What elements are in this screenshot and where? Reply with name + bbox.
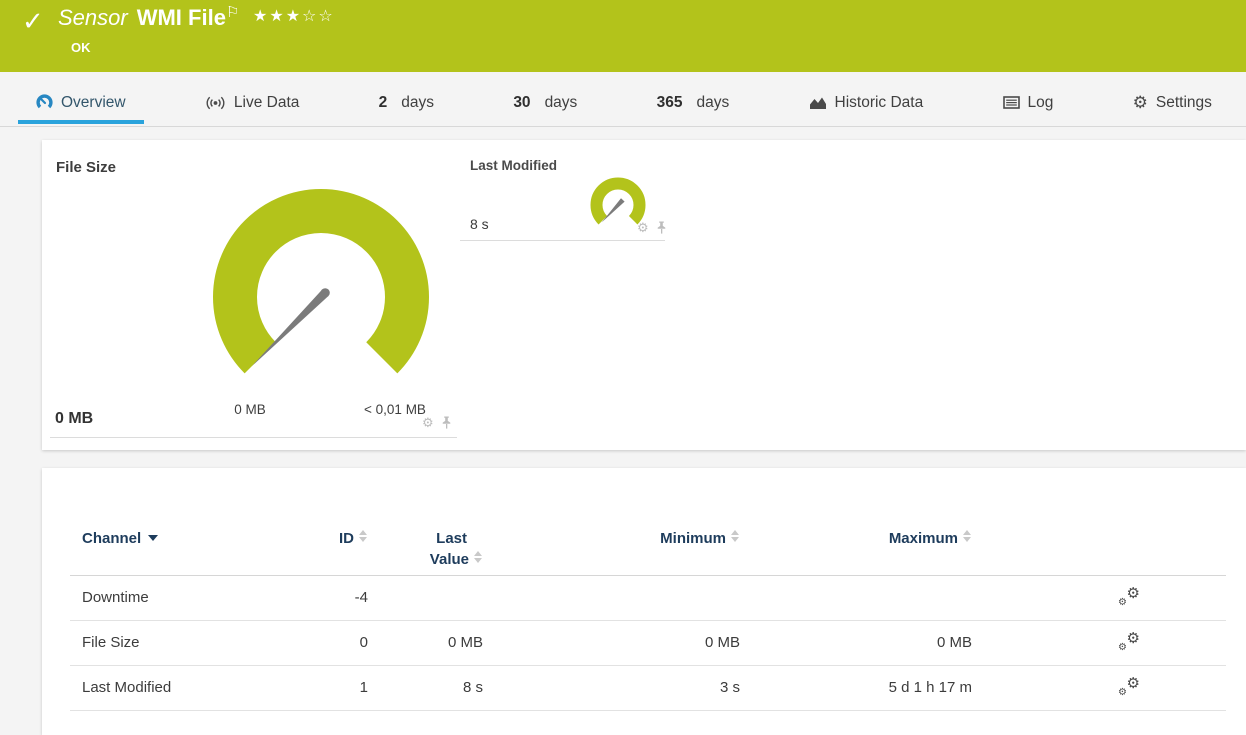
channel-last-value: 8 s <box>462 679 483 696</box>
last-modified-panel-divider <box>460 240 665 241</box>
channel-settings: ⚙ ⚙ <box>1118 666 1168 716</box>
header-last-value-line1: Last <box>436 530 467 547</box>
channel-minimum: 3 s <box>719 679 740 696</box>
tab-365-days-label: days <box>696 93 730 111</box>
header-minimum[interactable]: Minimum <box>600 530 740 547</box>
tab-365-days[interactable]: 365 days <box>639 72 748 127</box>
gauges-card: File Size 0 MB < 0,01 MB 0 MB ⚙ Last Mod… <box>42 140 1246 450</box>
table-row: Downtime -4 ⚙ ⚙ <box>70 576 1226 621</box>
pin-icon[interactable] <box>656 221 667 234</box>
header-last-value-line2: Value <box>429 551 469 568</box>
channel-settings: ⚙ ⚙ <box>1118 576 1168 626</box>
channel-table: Channel ID Last Value Minimum Maximum Do… <box>70 520 1226 711</box>
channel-table-header: Channel ID Last Value Minimum Maximum <box>70 520 1226 576</box>
file-size-panel-divider <box>50 437 457 438</box>
channel-id: -4 <box>354 589 368 606</box>
channel-maximum: 5 d 1 h 17 m <box>888 679 972 696</box>
tab-2-days-number: 2 <box>378 93 388 111</box>
gear-icon[interactable]: ⚙ <box>422 416 434 429</box>
gear-icon: ⚙ <box>1126 630 1140 647</box>
file-size-panel-tools: ⚙ <box>422 416 452 429</box>
gear-icon[interactable]: ⚙ <box>637 221 649 234</box>
tab-historic-data-label: Historic Data <box>834 93 924 111</box>
sort-toggle-icon[interactable] <box>963 530 972 542</box>
table-row: File Size 0 0 MB 0 MB 0 MB ⚙ ⚙ <box>70 621 1226 666</box>
tab-30-days[interactable]: 30 days <box>495 72 595 127</box>
file-size-gauge <box>213 189 429 374</box>
channel-settings-gears-icon[interactable]: ⚙ ⚙ <box>1118 675 1140 698</box>
channel-settings-gears-icon[interactable]: ⚙ ⚙ <box>1118 630 1140 653</box>
tab-30-days-label: days <box>544 93 578 111</box>
last-modified-gauge-title: Last Modified <box>470 158 557 173</box>
sensor-type-label: Sensor <box>58 5 128 30</box>
tab-overview-label: Overview <box>61 93 126 111</box>
channels-card: Channel ID Last Value Minimum Maximum Do… <box>42 468 1246 735</box>
area-chart-icon <box>809 97 826 109</box>
settings-gear-icon: ⚙ <box>1132 93 1148 112</box>
tab-settings[interactable]: ⚙ Settings <box>1115 72 1230 127</box>
header-minimum-label: Minimum <box>660 530 726 547</box>
tab-2-days[interactable]: 2 days <box>361 72 452 127</box>
pin-icon[interactable] <box>441 416 452 429</box>
gear-icon: ⚙ <box>1126 675 1140 692</box>
tab-historic-data[interactable]: Historic Data <box>791 72 942 127</box>
gear-icon: ⚙ <box>1126 585 1140 602</box>
tab-overview[interactable]: Overview <box>18 72 144 127</box>
header-maximum-label: Maximum <box>888 530 958 547</box>
header-last-value[interactable]: Last Value <box>363 528 483 570</box>
broadcast-icon <box>206 96 225 109</box>
sort-toggle-icon[interactable] <box>474 551 483 563</box>
sensor-name: WMI File <box>136 5 226 30</box>
status-check-icon: ✓ <box>22 6 44 36</box>
status-badge: OK <box>71 40 91 55</box>
sensor-header: ✓ Sensor WMI File ⚐ ★★★☆☆ OK <box>0 0 1246 72</box>
channel-last-value: 0 MB <box>447 634 483 651</box>
gear-icon: ⚙ <box>1118 597 1127 608</box>
priority-stars[interactable]: ★★★☆☆ <box>253 6 335 26</box>
page-title: Sensor WMI File <box>58 5 226 31</box>
file-size-scale-min: 0 MB <box>234 402 266 417</box>
flag-icon[interactable]: ⚐ <box>226 3 239 21</box>
sort-desc-icon <box>148 535 159 541</box>
file-size-gauge-title: File Size <box>56 159 117 176</box>
channel-minimum: 0 MB <box>704 634 740 651</box>
tab-log-label: Log <box>1027 93 1054 111</box>
gear-icon: ⚙ <box>1118 687 1127 698</box>
channel-maximum: 0 MB <box>936 634 972 651</box>
channel-id: 1 <box>359 679 368 696</box>
gauge-icon <box>36 94 53 109</box>
last-modified-panel-tools: ⚙ <box>637 221 667 234</box>
tab-live-data[interactable]: Live Data <box>187 72 317 127</box>
sort-toggle-icon[interactable] <box>731 530 740 542</box>
tab-live-data-label: Live Data <box>233 93 300 111</box>
channel-settings-gears-icon[interactable]: ⚙ ⚙ <box>1118 585 1140 608</box>
tab-log[interactable]: Log <box>985 72 1072 127</box>
last-modified-current-value: 8 s <box>470 216 489 232</box>
header-channel-label: Channel <box>82 530 142 547</box>
header-id-label: ID <box>339 530 354 547</box>
tab-settings-label: Settings <box>1155 93 1212 111</box>
table-row: Last Modified 1 8 s 3 s 5 d 1 h 17 m ⚙ ⚙ <box>70 666 1226 711</box>
header-maximum[interactable]: Maximum <box>792 530 972 547</box>
tab-2-days-label: days <box>401 93 435 111</box>
tab-30-days-number: 30 <box>513 93 531 111</box>
tab-365-days-number: 365 <box>656 93 683 111</box>
header-id[interactable]: ID <box>258 530 368 547</box>
file-size-current-value: 0 MB <box>55 410 94 427</box>
channel-settings: ⚙ ⚙ <box>1118 621 1168 671</box>
log-list-icon <box>1002 96 1020 109</box>
channel-id: 0 <box>359 634 368 651</box>
gear-icon: ⚙ <box>1118 642 1127 653</box>
tab-bar: Overview Live Data 2 days 30 days 365 da… <box>0 72 1246 127</box>
